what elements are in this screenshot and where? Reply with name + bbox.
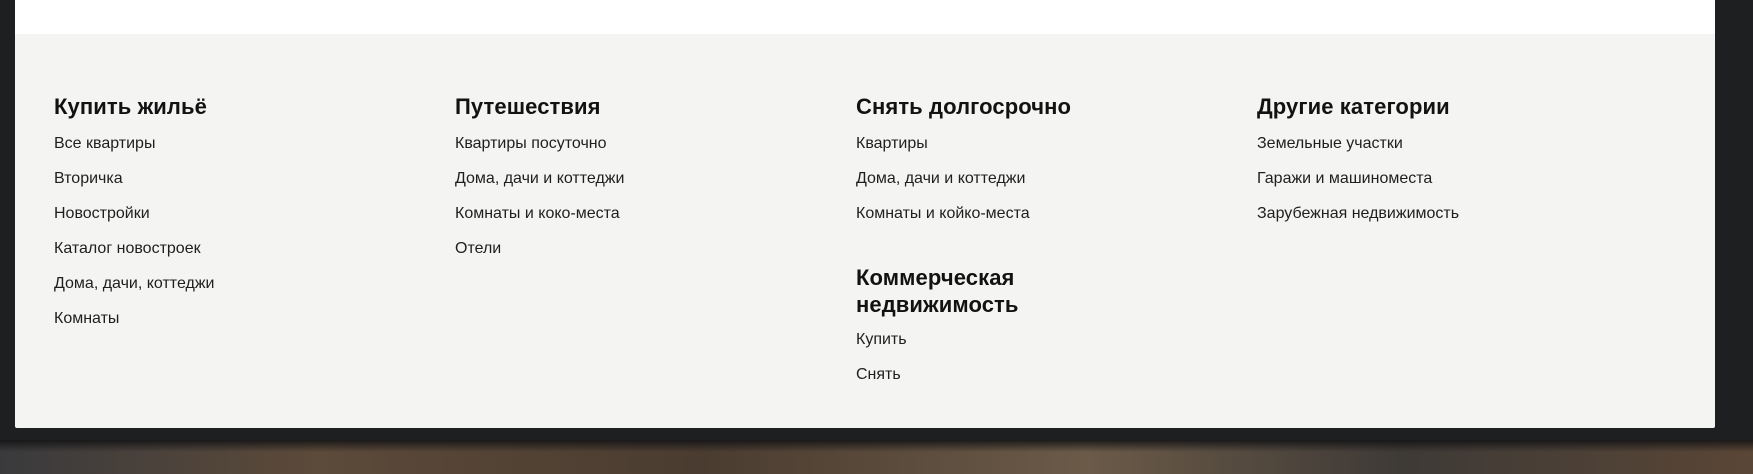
footer-link-label[interactable]: Зарубежная недвижимость <box>1257 205 1459 222</box>
footer-column-other: Другие категории Земельные участки Гараж… <box>1257 94 1617 239</box>
column-heading-other: Другие категории <box>1257 94 1450 119</box>
footer-link-rooms[interactable]: Комнаты <box>54 309 414 344</box>
footer-link-label[interactable]: Дома, дачи и коттеджи <box>455 170 624 187</box>
footer-link-daily-apartments[interactable]: Квартиры посуточно <box>455 134 815 169</box>
footer-link-label[interactable]: Земельные участки <box>1257 135 1403 152</box>
footer-link-rent-apartments[interactable]: Квартиры <box>856 134 1216 169</box>
footer-link-houses-cottages[interactable]: Дома, дачи и коттеджи <box>455 169 815 204</box>
link-list-long-term-rent: Квартиры Дома, дачи и коттеджи Комнаты и… <box>856 134 1216 239</box>
footer-link-label[interactable]: Комнаты <box>54 310 119 327</box>
footer-link-label[interactable]: Гаражи и машиноместа <box>1257 170 1432 187</box>
footer-link-label[interactable]: Каталог новостроек <box>54 240 201 257</box>
footer-link-land-plots[interactable]: Земельные участки <box>1257 134 1617 169</box>
link-list-other: Земельные участки Гаражи и машиноместа З… <box>1257 134 1617 239</box>
footer-link-houses[interactable]: Дома, дачи, коттеджи <box>54 274 414 309</box>
footer-link-secondary[interactable]: Вторичка <box>54 169 414 204</box>
page-backdrop <box>0 440 1753 474</box>
footer-link-label[interactable]: Квартиры <box>856 135 928 152</box>
footer-link-rooms-beds[interactable]: Комнаты и коко-места <box>455 204 815 239</box>
footer-link-label[interactable]: Отели <box>455 240 501 257</box>
link-list-buy: Все квартиры Вторичка Новостройки Катало… <box>54 134 414 344</box>
link-list-travel: Квартиры посуточно Дома, дачи и коттеджи… <box>455 134 815 274</box>
footer-link-label[interactable]: Все квартиры <box>54 135 155 152</box>
footer-column-travel: Путешествия Квартиры посуточно Дома, дач… <box>455 94 815 274</box>
footer-link-label[interactable]: Купить <box>856 331 907 348</box>
footer-panel: Купить жильё Все квартиры Вторичка Новос… <box>15 0 1715 428</box>
footer-link-foreign-property[interactable]: Зарубежная недвижимость <box>1257 204 1617 239</box>
footer-link-label[interactable]: Комнаты и коко-места <box>455 205 620 222</box>
footer-column-buy: Купить жильё Все квартиры Вторичка Новос… <box>54 94 414 344</box>
content-area-bottom <box>15 0 1715 34</box>
footer-link-label[interactable]: Дома, дачи и коттеджи <box>856 170 1025 187</box>
footer-link-rent-houses[interactable]: Дома, дачи и коттеджи <box>856 169 1216 204</box>
footer-link-label[interactable]: Новостройки <box>54 205 150 222</box>
footer-link-new-buildings-catalog[interactable]: Каталог новостроек <box>54 239 414 274</box>
footer-link-label[interactable]: Квартиры посуточно <box>455 135 607 152</box>
footer-link-label[interactable]: Вторичка <box>54 170 123 187</box>
footer-link-commercial-rent[interactable]: Снять <box>856 365 1216 400</box>
column-heading-commercial: Коммерческая недвижимость <box>856 265 1019 317</box>
footer-link-commercial-buy[interactable]: Купить <box>856 330 1216 365</box>
footer-link-label[interactable]: Дома, дачи, коттеджи <box>54 275 214 292</box>
footer-link-rent-rooms[interactable]: Комнаты и койко-места <box>856 204 1216 239</box>
footer-link-label[interactable]: Снять <box>856 366 901 383</box>
footer-link-new-buildings[interactable]: Новостройки <box>54 204 414 239</box>
commercial-section: Коммерческая недвижимость Купить Снять <box>856 264 1216 400</box>
footer-link-label[interactable]: Комнаты и койко-места <box>856 205 1030 222</box>
column-heading-long-term-rent: Снять долгосрочно <box>856 94 1072 119</box>
link-list-commercial: Купить Снять <box>856 330 1216 400</box>
column-heading-buy: Купить жильё <box>54 94 207 119</box>
footer-column-long-term-rent: Снять долгосрочно Квартиры Дома, дачи и … <box>856 94 1216 400</box>
column-heading-travel: Путешествия <box>455 94 601 119</box>
footer-link-hotels[interactable]: Отели <box>455 239 815 274</box>
footer-link-garages[interactable]: Гаражи и машиноместа <box>1257 169 1617 204</box>
footer-link-all-apartments[interactable]: Все квартиры <box>54 134 414 169</box>
